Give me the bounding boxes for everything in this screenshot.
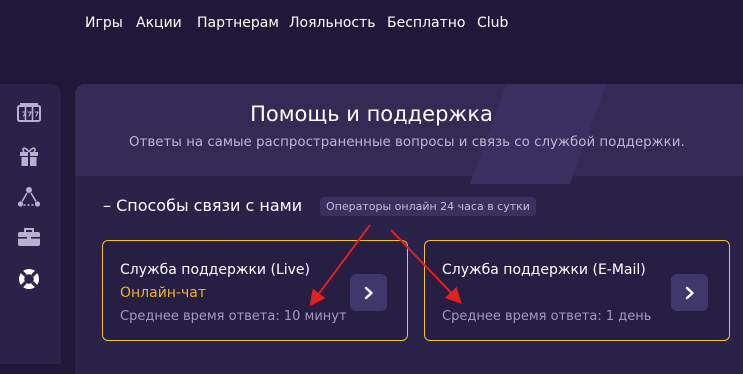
lifebuoy-icon[interactable] <box>16 266 42 292</box>
open-email-button[interactable] <box>671 274 708 311</box>
nav-item-club[interactable]: Club <box>477 15 508 31</box>
nav-item-loyalty[interactable]: Лояльность <box>289 15 376 31</box>
top-navigation: Игры Акции Партнерам Лояльность Бесплатн… <box>0 0 743 50</box>
nav-item-games[interactable]: Игры <box>85 15 123 31</box>
nav-item-partners[interactable]: Партнерам <box>197 15 279 31</box>
live-support-card[interactable]: Служба поддержки (Live) Онлайн-чат Средн… <box>102 240 408 341</box>
briefcase-icon[interactable] <box>16 224 42 250</box>
response-time: Среднее время ответа: 10 минут <box>120 309 347 324</box>
nav-item-free[interactable]: Бесплатно <box>387 15 465 31</box>
page-subtitle: Ответы на самые распространенные вопросы… <box>129 135 685 150</box>
chevron-right-icon <box>364 286 373 299</box>
operators-online-badge: Операторы онлайн 24 часа в сутки <box>320 197 536 216</box>
card-title: Служба поддержки (E-Mail) <box>442 262 646 278</box>
contact-methods-heading[interactable]: – Способы связи с нами <box>103 196 302 215</box>
nav-item-promotions[interactable]: Акции <box>136 15 182 31</box>
gift-icon[interactable] <box>16 143 42 169</box>
response-time: Среднее время ответа: 1 день <box>442 309 652 324</box>
email-support-card[interactable]: Служба поддержки (E-Mail) Среднее время … <box>424 240 730 341</box>
open-live-chat-button[interactable] <box>350 274 387 311</box>
card-title: Служба поддержки (Live) <box>120 262 310 278</box>
referral-network-icon[interactable] <box>16 184 42 210</box>
sidebar: 7 7 7 <box>0 84 61 364</box>
chevron-right-icon <box>685 286 694 299</box>
hero-banner <box>75 84 743 176</box>
online-chat-label: Онлайн-чат <box>120 285 207 301</box>
page-title: Помощь и поддержка <box>250 102 493 126</box>
